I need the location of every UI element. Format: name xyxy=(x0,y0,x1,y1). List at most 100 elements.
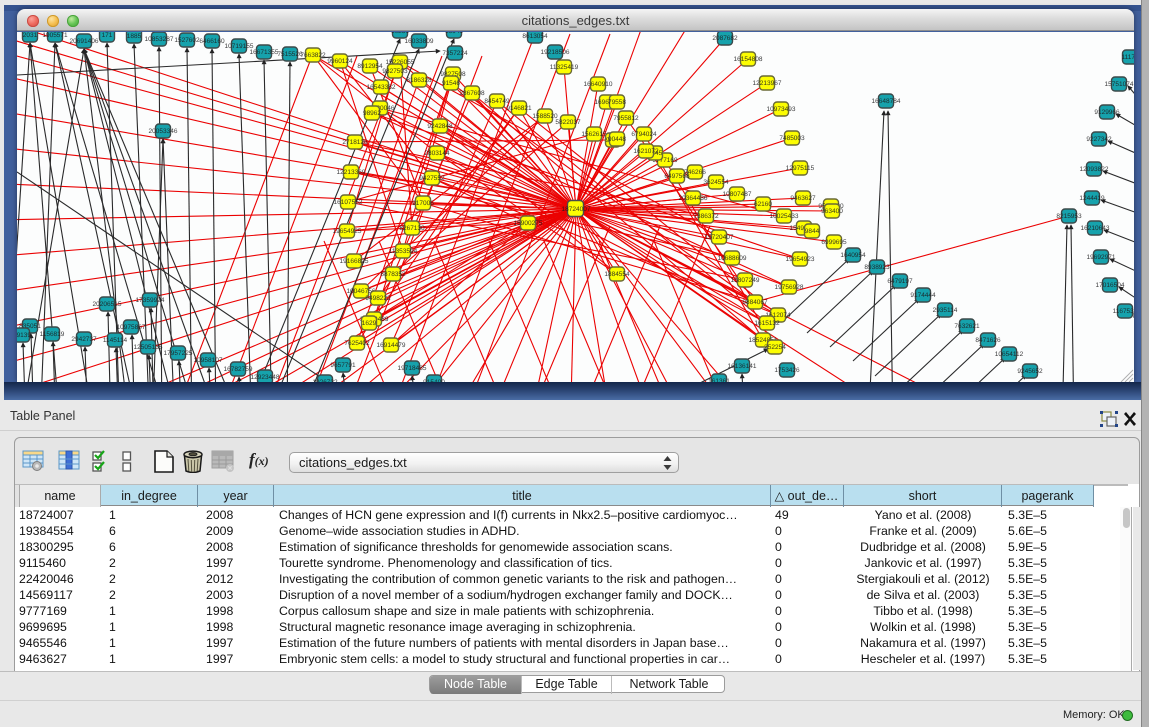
svg-text:963400: 963400 xyxy=(821,208,843,215)
svg-text:16033809: 16033809 xyxy=(405,38,434,45)
svg-text:7485003: 7485003 xyxy=(779,135,805,142)
svg-text:16640910: 16640910 xyxy=(584,81,613,88)
svg-text:98962: 98962 xyxy=(363,110,381,117)
svg-text:7632621: 7632621 xyxy=(954,323,980,330)
svg-text:7663822: 7663822 xyxy=(300,52,326,59)
svg-text:917006: 917006 xyxy=(412,200,434,207)
svg-text:1640954: 1640954 xyxy=(840,252,866,259)
svg-text:1156819: 1156819 xyxy=(40,331,65,338)
svg-text:1145114: 1145114 xyxy=(103,337,128,344)
svg-text:10853287: 10853287 xyxy=(145,36,174,43)
svg-text:10958107: 10958107 xyxy=(194,357,223,364)
svg-text:1562615: 1562615 xyxy=(581,131,607,138)
svg-text:1621072: 1621072 xyxy=(633,148,659,155)
svg-text:15807249: 15807249 xyxy=(731,277,760,284)
svg-text:12213369: 12213369 xyxy=(337,169,366,176)
svg-text:12505135: 12505135 xyxy=(134,344,163,351)
svg-text:11170: 11170 xyxy=(1121,54,1134,61)
svg-text:15720407: 15720407 xyxy=(705,234,734,241)
svg-text:91546: 91546 xyxy=(442,80,460,87)
svg-text:9227342: 9227342 xyxy=(1086,136,1112,143)
svg-text:8186328: 8186328 xyxy=(406,77,432,84)
svg-text:16154808: 16154808 xyxy=(734,56,763,63)
svg-text:19692971: 19692971 xyxy=(1087,254,1116,261)
svg-text:10975867: 10975867 xyxy=(117,324,146,331)
svg-text:1167533: 1167533 xyxy=(1113,308,1134,315)
svg-text:5822037: 5822037 xyxy=(555,119,581,126)
svg-text:8471626: 8471626 xyxy=(975,337,1001,344)
svg-text:7625402: 7625402 xyxy=(344,340,370,347)
svg-text:6999695: 6999695 xyxy=(821,239,847,246)
svg-text:1629: 1629 xyxy=(362,320,377,327)
svg-text:18041: 18041 xyxy=(445,32,463,35)
svg-text:10654112: 10654112 xyxy=(995,351,1024,358)
svg-text:9129966: 9129966 xyxy=(1094,109,1120,116)
svg-text:90448: 90448 xyxy=(608,136,626,143)
svg-text:2718126: 2718126 xyxy=(342,139,368,146)
svg-text:6497568: 6497568 xyxy=(664,173,690,180)
svg-text:20691406: 20691406 xyxy=(70,38,99,45)
svg-text:1588520: 1588520 xyxy=(532,113,558,120)
svg-text:9242848: 9242848 xyxy=(427,123,453,130)
svg-text:62160: 62160 xyxy=(754,201,772,208)
svg-text:17359924: 17359924 xyxy=(136,297,165,304)
svg-text:9146821: 9146821 xyxy=(506,105,532,112)
svg-text:8878352: 8878352 xyxy=(380,271,406,278)
svg-text:20206515: 20206515 xyxy=(93,301,122,308)
svg-text:18724007: 18724007 xyxy=(562,206,591,213)
svg-text:9427552: 9427552 xyxy=(419,175,445,182)
svg-text:8912954: 8912954 xyxy=(357,63,383,70)
svg-text:17957225: 17957225 xyxy=(164,350,193,357)
svg-text:16782759: 16782759 xyxy=(224,366,253,373)
svg-text:16231: 16231 xyxy=(391,32,409,35)
svg-text:1884554: 1884554 xyxy=(604,271,630,278)
svg-text:9174444: 9174444 xyxy=(910,292,936,299)
svg-text:20053346: 20053346 xyxy=(149,128,178,135)
svg-text:2803144: 2803144 xyxy=(424,150,450,157)
svg-text:19756928: 19756928 xyxy=(775,284,804,291)
svg-text:1753426: 1753426 xyxy=(774,367,800,374)
svg-text:7386372: 7386372 xyxy=(693,213,719,220)
svg-text:10807487: 10807487 xyxy=(723,191,752,198)
svg-text:9960124: 9960124 xyxy=(327,58,353,65)
svg-text:7357224: 7357224 xyxy=(442,50,468,57)
svg-text:8938923: 8938923 xyxy=(864,264,890,271)
svg-text:12093822: 12093822 xyxy=(1080,166,1109,173)
svg-text:19718485: 19718485 xyxy=(398,365,427,372)
svg-text:16648784: 16648784 xyxy=(872,98,901,105)
svg-text:15751074: 15751074 xyxy=(1105,81,1134,88)
svg-text:19166825: 19166825 xyxy=(340,258,369,265)
svg-text:1615132: 1615132 xyxy=(754,320,780,327)
svg-text:9498222: 9498222 xyxy=(365,295,391,302)
svg-text:16671355: 16671355 xyxy=(250,49,279,56)
svg-text:19654923: 19654923 xyxy=(786,256,815,263)
svg-text:8613054: 8613054 xyxy=(522,33,548,40)
svg-text:9245652: 9245652 xyxy=(1017,368,1043,375)
svg-text:9884067: 9884067 xyxy=(742,299,768,306)
svg-text:171: 171 xyxy=(102,32,113,39)
svg-text:16107552: 16107552 xyxy=(334,199,363,206)
svg-text:16914479: 16914479 xyxy=(377,342,406,349)
svg-text:7515526: 7515526 xyxy=(277,51,303,58)
svg-text:16136141: 16136141 xyxy=(728,363,757,370)
svg-text:2935114: 2935114 xyxy=(933,307,958,314)
svg-text:19218506: 19218506 xyxy=(541,49,570,56)
svg-text:2031: 2031 xyxy=(23,32,38,39)
svg-text:17016504: 17016504 xyxy=(1096,282,1125,289)
svg-text:1885: 1885 xyxy=(127,33,142,40)
svg-text:3624554: 3624554 xyxy=(703,179,729,186)
svg-text:79558: 79558 xyxy=(608,99,626,106)
svg-text:2867608: 2867608 xyxy=(459,90,485,97)
svg-text:7955812: 7955812 xyxy=(613,115,639,122)
svg-text:8215953: 8215953 xyxy=(1056,213,1082,220)
svg-text:6794024: 6794024 xyxy=(631,131,657,138)
svg-text:12923448: 12923448 xyxy=(251,374,280,381)
svg-text:9463627: 9463627 xyxy=(790,195,816,202)
svg-text:11325419: 11325419 xyxy=(550,64,579,71)
svg-text:20364436: 20364436 xyxy=(679,195,708,202)
svg-text:12975115: 12975115 xyxy=(786,165,815,172)
svg-text:252254: 252254 xyxy=(764,344,786,351)
svg-text:1244419: 1244419 xyxy=(1079,195,1105,202)
svg-text:10025433: 10025433 xyxy=(770,213,799,220)
svg-text:2087682: 2087682 xyxy=(712,35,738,42)
